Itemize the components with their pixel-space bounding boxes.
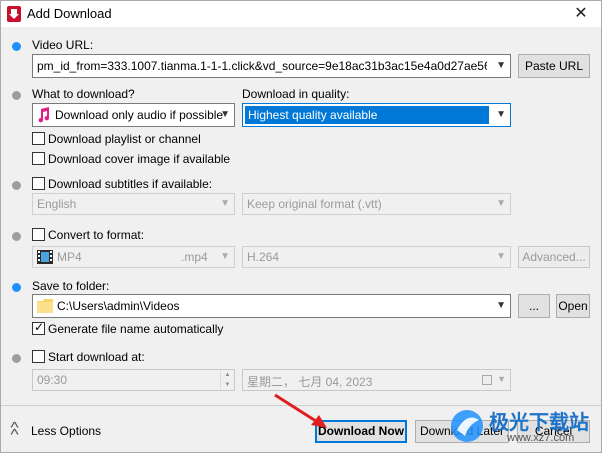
less-options-link[interactable]: Less Options bbox=[31, 424, 101, 438]
browse-folder-button[interactable]: ... bbox=[518, 294, 550, 318]
subtitle-format-value: Keep original format (.vtt) bbox=[247, 197, 382, 211]
video-url-indicator bbox=[12, 42, 21, 51]
what-selected: Download only audio if possible bbox=[55, 108, 224, 122]
paste-url-button[interactable]: Paste URL bbox=[518, 54, 590, 78]
music-note-icon bbox=[38, 107, 50, 123]
video-url-input[interactable]: pm_id_from=333.1007.tianma.1-1-1.click&v… bbox=[32, 54, 511, 78]
watermark-url: www.xz7.com bbox=[507, 432, 575, 444]
chevron-down-icon[interactable]: ▼ bbox=[496, 60, 506, 71]
codec-value: H.264 bbox=[247, 250, 280, 264]
subtitle-language-select: English ▼ bbox=[32, 193, 235, 215]
save-folder-path: C:\Users\admin\Videos bbox=[57, 299, 180, 313]
cover-checkbox[interactable] bbox=[32, 152, 45, 165]
subtitle-format-select: Keep original format (.vtt) ▼ bbox=[242, 193, 511, 215]
advanced-button: Advanced... bbox=[518, 246, 590, 268]
what-to-download-label: What to download? bbox=[32, 87, 135, 101]
close-button[interactable]: ✕ bbox=[561, 1, 601, 27]
watermark-text: 极光下载站 bbox=[489, 410, 589, 434]
quality-label: Download in quality: bbox=[242, 87, 350, 101]
subtitles-checkbox[interactable] bbox=[32, 177, 45, 190]
subtitle-language-value: English bbox=[37, 197, 77, 211]
watermark-logo-icon bbox=[451, 410, 483, 442]
schedule-indicator bbox=[12, 354, 21, 363]
convert-format-name: MP4 bbox=[57, 250, 82, 264]
schedule-time-value: 09:30 bbox=[37, 373, 68, 387]
site-watermark: 极光下载站 www.xz7.com bbox=[447, 404, 597, 448]
what-indicator bbox=[12, 91, 21, 100]
video-url-value: pm_id_from=333.1007.tianma.1-1-1.click&v… bbox=[37, 59, 487, 73]
video-url-label: Video URL: bbox=[32, 38, 94, 52]
save-indicator bbox=[12, 283, 21, 292]
quality-select[interactable]: Highest quality available ▼ bbox=[242, 103, 511, 127]
film-strip-icon bbox=[37, 250, 53, 264]
cover-label[interactable]: Download cover image if available bbox=[48, 152, 230, 166]
save-folder-select[interactable]: C:\Users\admin\Videos ▼ bbox=[32, 294, 511, 318]
convert-indicator bbox=[12, 232, 21, 241]
convert-format-select: MP4 .mp4 ▼ bbox=[32, 246, 235, 268]
schedule-time-input: 09:30 ▲ ▼ bbox=[32, 369, 235, 391]
title-bar: Add Download ✕ bbox=[1, 1, 601, 27]
convert-format-ext: .mp4 bbox=[181, 250, 208, 264]
chevron-down-icon: ▼ bbox=[496, 251, 506, 262]
convert-checkbox[interactable] bbox=[32, 228, 45, 241]
window-title: Add Download bbox=[27, 6, 112, 21]
double-chevron-up-icon[interactable]: ˄ ˄ bbox=[10, 419, 20, 438]
add-download-dialog: Add Download ✕ Video URL: pm_id_from=333… bbox=[0, 0, 602, 453]
playlist-checkbox[interactable] bbox=[32, 132, 45, 145]
schedule-date-value: 星期二， 七月 04, 2023 bbox=[247, 375, 373, 389]
subtitles-indicator bbox=[12, 181, 21, 190]
open-folder-button[interactable]: Open bbox=[556, 294, 590, 318]
folder-icon bbox=[37, 299, 53, 313]
schedule-date-input: 星期二， 七月 04, 2023 ▼ bbox=[242, 369, 511, 391]
playlist-label[interactable]: Download playlist or channel bbox=[48, 132, 201, 146]
convert-label[interactable]: Convert to format: bbox=[48, 228, 144, 242]
chevron-down-icon: ▼ bbox=[497, 374, 506, 384]
chevron-down-icon: ▼ bbox=[220, 251, 230, 262]
chevron-down-icon: ▼ bbox=[496, 198, 506, 209]
schedule-checkbox[interactable] bbox=[32, 350, 45, 363]
auto-name-label[interactable]: Generate file name automatically bbox=[48, 322, 223, 336]
chevron-down-icon: ▼ bbox=[220, 198, 230, 209]
subtitles-label[interactable]: Download subtitles if available: bbox=[48, 177, 212, 191]
quality-selected: Highest quality available bbox=[248, 108, 378, 122]
schedule-label[interactable]: Start download at: bbox=[48, 350, 145, 364]
chevron-down-icon[interactable]: ▼ bbox=[496, 300, 506, 311]
app-logo-icon bbox=[7, 6, 21, 22]
annotation-arrow bbox=[274, 393, 327, 428]
chevron-down-icon[interactable]: ▼ bbox=[496, 109, 506, 120]
codec-select: H.264 ▼ bbox=[242, 246, 511, 268]
time-spinner: ▲ ▼ bbox=[220, 370, 234, 390]
save-folder-label: Save to folder: bbox=[32, 279, 110, 293]
chevron-down-icon[interactable]: ▼ bbox=[220, 109, 230, 120]
auto-name-checkbox[interactable] bbox=[32, 320, 45, 335]
what-to-download-select[interactable]: Download only audio if possible ▼ bbox=[32, 103, 235, 127]
calendar-icon bbox=[482, 375, 492, 385]
